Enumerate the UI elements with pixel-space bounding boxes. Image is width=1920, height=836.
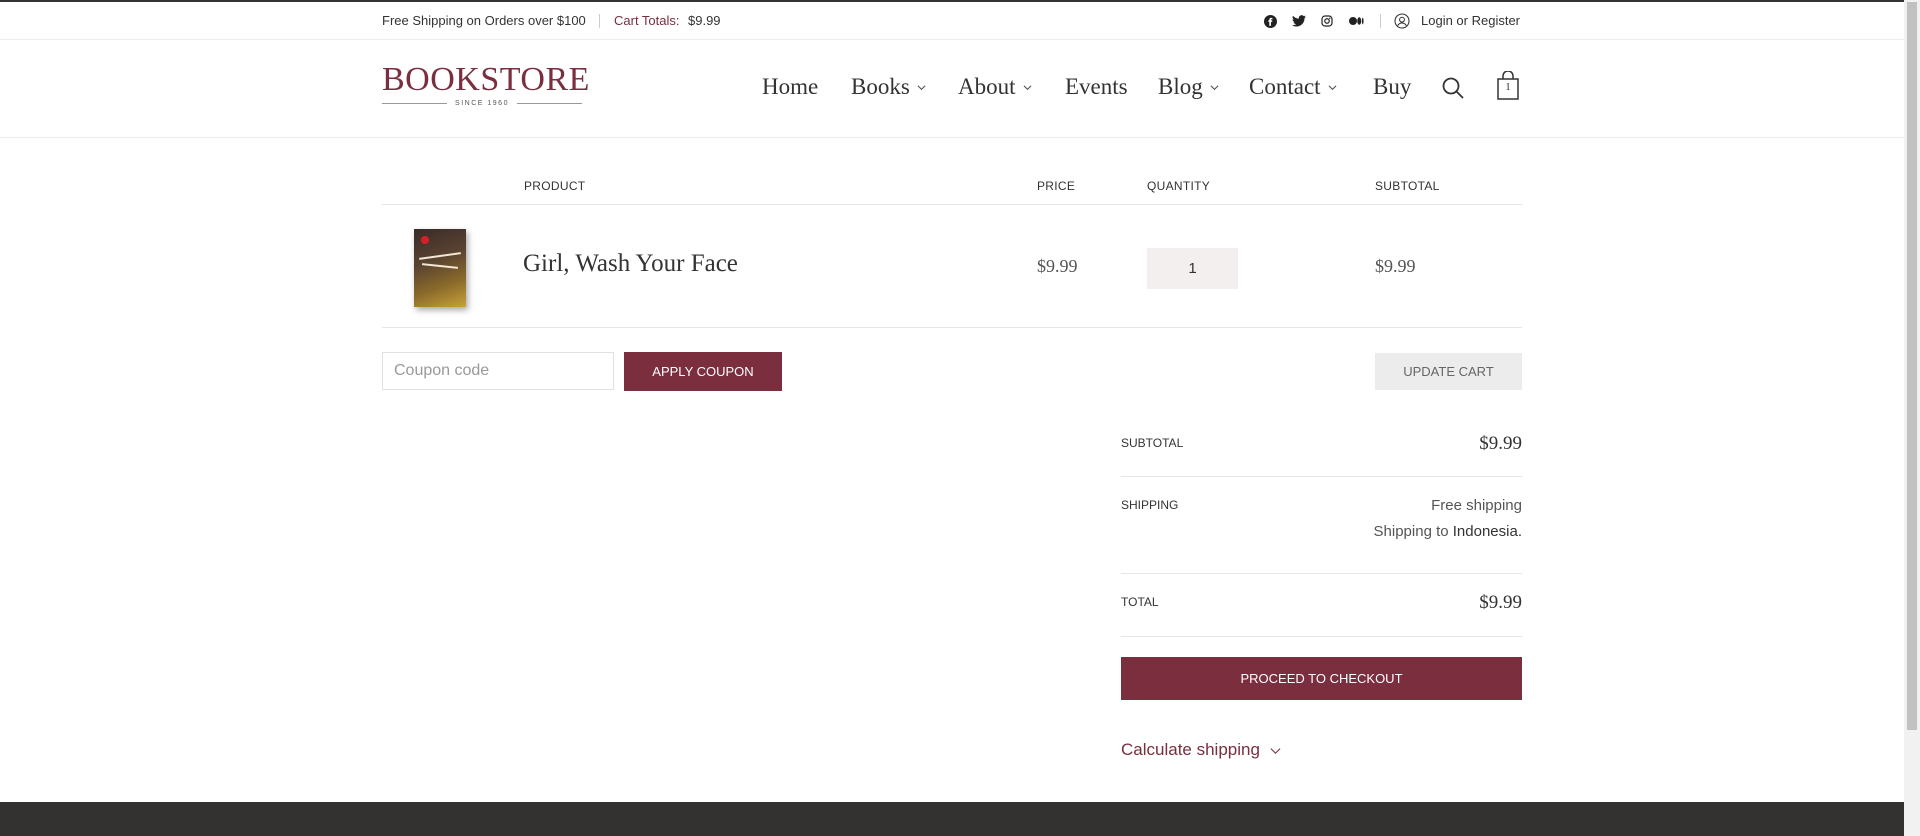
cart-totals-label[interactable]: Cart Totals: [614, 13, 680, 28]
update-cart-button[interactable]: UPDATE CART [1375, 353, 1522, 390]
top-bar: Free Shipping on Orders over $100 Cart T… [0, 0, 1904, 40]
subtotal-label: SUBTOTAL [1121, 436, 1184, 450]
nav-blog[interactable]: Blog [1158, 74, 1219, 100]
nav-events[interactable]: Events [1065, 74, 1128, 100]
site-footer [0, 802, 1904, 836]
nav-about[interactable]: About [958, 74, 1032, 100]
column-header-price: PRICE [1037, 179, 1076, 193]
shipping-label: SHIPPING [1121, 498, 1179, 512]
chevron-down-icon [1270, 747, 1281, 754]
instagram-icon[interactable] [1319, 13, 1335, 29]
nav-books[interactable]: Books [851, 74, 926, 100]
logo-name: BOOKSTORE [382, 61, 590, 98]
shipping-destination: Shipping to Indonesia. [1373, 523, 1522, 540]
logo-since: SINCE 1960 [455, 100, 509, 107]
user-icon[interactable] [1394, 13, 1410, 29]
chevron-down-icon [1210, 84, 1219, 90]
nav-label: About [958, 74, 1016, 99]
apply-coupon-button[interactable]: APPLY COUPON [624, 352, 782, 391]
total-value: $9.99 [1479, 592, 1522, 613]
free-shipping-notice: Free Shipping on Orders over $100 [382, 13, 586, 28]
login-register-link[interactable]: Login or Register [1421, 13, 1520, 28]
divider [599, 14, 600, 28]
nav-label: Books [851, 74, 910, 99]
subtotal-value: $9.99 [1479, 433, 1522, 454]
divider [1121, 476, 1522, 477]
product-thumbnail[interactable] [414, 229, 466, 307]
nav-label: Blog [1158, 74, 1203, 99]
product-subtotal: $9.99 [1375, 256, 1416, 276]
nav-label: Home [762, 74, 819, 99]
column-header-quantity: QUANTITY [1147, 179, 1211, 193]
divider [1121, 573, 1522, 574]
scrollbar-thumb[interactable] [1907, 2, 1917, 730]
shipping-country: Indonesia. [1452, 523, 1522, 540]
nav-label: Buy [1373, 74, 1412, 99]
search-icon[interactable] [1441, 76, 1465, 100]
chevron-down-icon [1328, 84, 1337, 90]
cart-totals-value[interactable]: $9.99 [688, 13, 721, 28]
chevron-down-icon [1023, 84, 1031, 90]
calculate-shipping-label: Calculate shipping [1121, 740, 1260, 759]
product-price: $9.99 [1037, 256, 1078, 276]
quantity-input[interactable]: 1 [1147, 248, 1238, 289]
nav-home[interactable]: Home [762, 74, 818, 100]
shipping-method: Free shipping [1431, 497, 1522, 514]
shopping-bag-icon[interactable]: 1 [1496, 70, 1520, 101]
nav-contact[interactable]: Contact [1249, 74, 1337, 100]
medium-icon[interactable] [1348, 13, 1364, 29]
total-label: TOTAL [1121, 595, 1159, 609]
product-name-link[interactable]: Girl, Wash Your Face [523, 250, 738, 278]
facebook-icon[interactable] [1262, 13, 1278, 29]
nav-label: Contact [1249, 74, 1321, 99]
site-header: BOOKSTORE SINCE 1960 Home Books About Ev… [0, 40, 1904, 138]
cart-count: 1 [1505, 81, 1511, 93]
proceed-to-checkout-button[interactable]: PROCEED TO CHECKOUT [1121, 657, 1522, 700]
twitter-icon[interactable] [1291, 13, 1307, 29]
coupon-code-input[interactable]: Coupon code [382, 352, 614, 390]
vertical-scrollbar[interactable] [1904, 0, 1920, 836]
column-header-subtotal: SUBTOTAL [1375, 179, 1440, 193]
calculate-shipping-toggle[interactable]: Calculate shipping [1121, 740, 1281, 760]
column-header-product: PRODUCT [524, 179, 586, 193]
divider [382, 204, 1522, 205]
site-logo[interactable]: BOOKSTORE SINCE 1960 [382, 61, 590, 107]
chevron-down-icon [917, 84, 926, 90]
divider [1121, 636, 1522, 637]
divider [382, 327, 1522, 328]
nav-label: Events [1065, 74, 1128, 99]
nav-buy[interactable]: Buy [1373, 74, 1411, 100]
divider [1380, 14, 1381, 28]
